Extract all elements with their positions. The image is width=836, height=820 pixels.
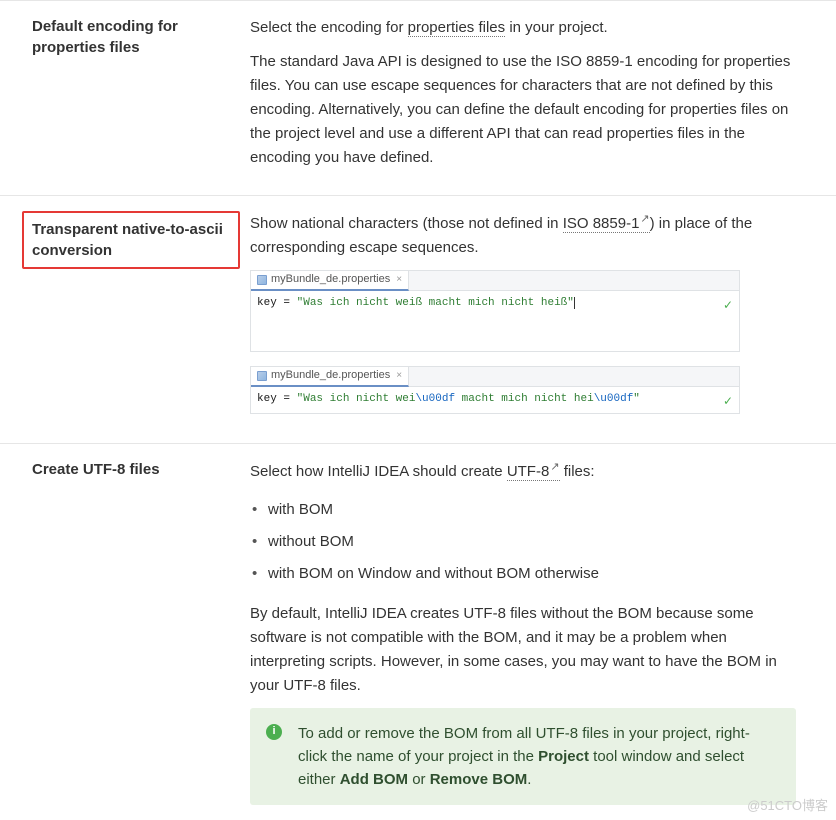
close-icon[interactable]: × [396,272,402,288]
code-eq: = [277,393,297,405]
row-title: Create UTF-8 files [0,459,250,806]
properties-files-link[interactable]: properties files [408,19,506,37]
code-string: " [633,393,640,405]
check-icon: ✓ [723,297,733,316]
editor-tab[interactable]: myBundle_de.properties × [251,271,409,291]
text: Select how IntelliJ IDEA should create [250,463,507,480]
check-icon: ✓ [723,393,733,412]
text: Select the encoding for [250,19,408,36]
text-cursor [574,297,575,309]
row-create-utf8: Create UTF-8 files Select how IntelliJ I… [0,443,836,820]
editor-tab-bar: myBundle_de.properties × [251,367,739,387]
list-item: without BOM [250,526,796,558]
code-escape: \u00df [594,393,634,405]
editor-tab[interactable]: myBundle_de.properties × [251,367,409,387]
bold-text: Add BOM [340,771,408,788]
editor-native-chars: myBundle_de.properties × key = "Was ich … [250,270,740,352]
row-default-encoding: Default encoding for properties files Se… [0,0,836,195]
editor-tab-label: myBundle_de.properties [271,271,390,289]
editor-escape-seq: myBundle_de.properties × key = "Was ich … [250,366,740,414]
text: in your project. [505,19,608,36]
utf8-options-list: with BOM without BOM with BOM on Window … [250,494,796,590]
editor-body[interactable]: key = "Was ich nicht wei\u00df macht mic… [251,387,739,413]
code-key: key [257,393,277,405]
info-icon: i [266,724,282,740]
row-transparent-native-ascii: Transparent native-to-ascii conversion S… [0,195,836,443]
row-title-wrap: Transparent native-to-ascii conversion [0,211,250,428]
close-icon[interactable]: × [396,368,402,384]
text: . [527,771,531,788]
editor-tab-bar: myBundle_de.properties × [251,271,739,291]
code-string: "Was ich nicht weiß macht mich nicht hei… [297,297,574,309]
row-content: Select how IntelliJ IDEA should create U… [250,459,836,806]
link-text: UTF-8 [507,463,550,480]
utf8-link[interactable]: UTF-8↗ [507,463,560,481]
bold-text: Remove BOM [430,771,528,788]
row-content: Select the encoding for properties files… [250,16,836,180]
watermark: @51CTO博客 [747,795,828,814]
row-title: Transparent native-to-ascii conversion [32,221,223,259]
iso-8859-1-link[interactable]: ISO 8859-1↗ [563,215,650,233]
text: or [408,771,430,788]
properties-file-icon [257,371,267,381]
text: files: [560,463,595,480]
paragraph: Select how IntelliJ IDEA should create U… [250,459,796,484]
properties-file-icon [257,275,267,285]
bold-text: Project [538,748,589,765]
paragraph: Select the encoding for properties files… [250,16,796,40]
code-escape: \u00df [415,393,455,405]
link-text: ISO 8859-1 [563,215,640,232]
editor-tab-label: myBundle_de.properties [271,367,390,385]
row-title: Default encoding for properties files [0,16,250,180]
external-link-icon: ↗ [640,213,649,225]
editor-body[interactable]: key = "Was ich nicht weiß macht mich nic… [251,291,739,351]
paragraph: Show national characters (those not defi… [250,211,796,260]
code-eq: = [277,297,297,309]
highlight-box: Transparent native-to-ascii conversion [22,211,240,269]
paragraph: The standard Java API is designed to use… [250,50,796,170]
paragraph: By default, IntelliJ IDEA creates UTF-8 … [250,602,796,698]
code-string: "Was ich nicht wei [297,393,416,405]
text: Show national characters (those not defi… [250,215,563,232]
code-string: macht mich nicht hei [455,393,594,405]
list-item: with BOM on Window and without BOM other… [250,558,796,590]
tip-box: i To add or remove the BOM from all UTF-… [250,708,796,806]
tip-text: To add or remove the BOM from all UTF-8 … [298,722,778,792]
list-item: with BOM [250,494,796,526]
code-key: key [257,297,277,309]
external-link-icon: ↗ [550,461,559,473]
row-content: Show national characters (those not defi… [250,211,836,428]
